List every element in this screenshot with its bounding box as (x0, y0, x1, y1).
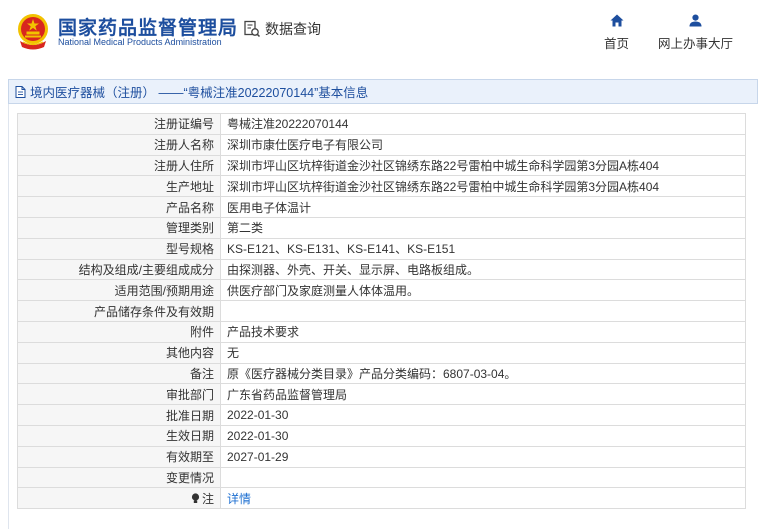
brand-title: 国家药品监督管理局 (58, 18, 239, 39)
user-icon (689, 14, 702, 27)
field-value: 深圳市坪山区坑梓街道金沙社区锦绣东路22号雷柏中城生命科学园第3分园A栋404 (220, 154, 746, 177)
detail-panel: 注册证编号 粤械注准20222070144 注册人名称 深圳市康仕医疗电子有限公司 注册… (8, 104, 758, 529)
field-value: 深圳市康仕医疗电子有限公司 (220, 133, 746, 156)
field-label: 变更情况 (17, 466, 221, 489)
field-label: 注册证编号 (17, 113, 221, 135)
field-value: KS-E121、KS-E131、KS-E141、KS-E151 (220, 237, 746, 260)
field-label: 管理类别 (17, 216, 221, 239)
field-value (220, 300, 746, 322)
document-icon (15, 85, 26, 98)
note-label: 注 (201, 491, 214, 506)
data-query-label: 数据查询 (265, 21, 321, 37)
table-row: 变更情况 (17, 466, 746, 489)
table-row: 注册证编号 粤械注准20222070144 (17, 113, 746, 135)
field-label: 结构及组成/主要组成成分 (17, 258, 221, 281)
breadcrumb: 境内医疗器械（注册） ——“粤械注准20222070144”基本信息 (8, 79, 758, 104)
lightbulb-icon (191, 493, 200, 503)
nav-online-hall-label: 网上办事大厅 (658, 37, 734, 51)
field-label: 产品名称 (17, 196, 221, 218)
field-label: 适用范围/预期用途 (17, 279, 221, 302)
field-label: 生产地址 (17, 175, 221, 198)
registration-info-table: 注册证编号 粤械注准20222070144 注册人名称 深圳市康仕医疗电子有限公司 注册… (17, 113, 746, 510)
note-label-cell: 注 (17, 487, 221, 510)
field-value: 深圳市坪山区坑梓街道金沙社区锦绣东路22号雷柏中城生命科学园第3分园A栋404 (220, 175, 746, 198)
field-value: 第二类 (220, 216, 746, 239)
field-value: 广东省药品监督管理局 (220, 383, 746, 406)
table-row: 产品名称 医用电子体温计 (17, 196, 746, 218)
field-label: 注册人名称 (17, 133, 221, 156)
field-label: 批准日期 (17, 404, 221, 426)
national-emblem-icon (18, 14, 48, 50)
table-row: 生产地址 深圳市坪山区坑梓街道金沙社区锦绣东路22号雷柏中城生命科学园第3分园A栋… (17, 175, 746, 198)
field-label: 有效期至 (17, 445, 221, 468)
field-label: 生效日期 (17, 424, 221, 447)
field-label: 型号规格 (17, 237, 221, 260)
table-row: 批准日期 2022-01-30 (17, 404, 746, 426)
field-label: 其他内容 (17, 341, 221, 364)
field-value: 无 (220, 341, 746, 364)
field-label: 审批部门 (17, 383, 221, 406)
brand-subtitle: National Medical Products Administration (58, 37, 222, 47)
table-row: 注册人住所 深圳市坪山区坑梓街道金沙社区锦绣东路22号雷柏中城生命科学园第3分园A… (17, 154, 746, 177)
breadcrumb-text: 境内医疗器械（注册） ——“粤械注准20222070144”基本信息 (30, 86, 369, 100)
field-value: 2027-01-29 (220, 445, 746, 468)
field-value: 原《医疗器械分类目录》产品分类编码：6807-03-04。 (220, 362, 746, 385)
nav-home-button[interactable]: 首页 (604, 14, 629, 52)
table-row: 其他内容无 (17, 341, 746, 364)
field-value: 2022-01-30 (220, 424, 746, 447)
table-row: 注册人名称 深圳市康仕医疗电子有限公司 (17, 133, 746, 156)
table-row: 备注 原《医疗器械分类目录》产品分类编码：6807-03-04。 (17, 362, 746, 385)
table-row: 有效期至 2027-01-29 (17, 445, 746, 468)
table-row: 型号规格 KS-E121、KS-E131、KS-E141、KS-E151 (17, 237, 746, 260)
site-header: 国家药品监督管理局 National Medical Products Admi… (0, 0, 758, 64)
field-value: 由探测器、外壳、开关、显示屏、电路板组成。 (220, 258, 746, 281)
field-label: 注册人住所 (17, 154, 221, 177)
table-row: 生效日期 2022-01-30 (17, 424, 746, 447)
nav-online-hall-button[interactable]: 网上办事大厅 (658, 14, 733, 52)
field-value: 粤械注准20222070144 (220, 113, 746, 135)
table-row: 产品储存条件及有效期 (17, 300, 746, 322)
note-value: 详情 (220, 487, 746, 510)
data-query-link[interactable]: 数据查询 (243, 19, 321, 39)
field-value: 产品技术要求 (220, 320, 746, 343)
document-search-icon (244, 20, 261, 38)
field-label: 备注 (17, 362, 221, 385)
field-value (220, 466, 746, 489)
note-row: 注详情 (17, 487, 746, 510)
field-value: 供医疗部门及家庭测量人体体温用。 (220, 279, 746, 302)
field-value: 医用电子体温计 (220, 196, 746, 218)
details-link[interactable]: 详情 (227, 492, 251, 506)
table-row: 管理类别 第二类 (17, 216, 746, 239)
table-row: 结构及组成/主要组成成分 由探测器、外壳、开关、显示屏、电路板组成。 (17, 258, 746, 281)
table-row: 审批部门 广东省药品监督管理局 (17, 383, 746, 406)
field-value: 2022-01-30 (220, 404, 746, 426)
table-row: 附件 产品技术要求 (17, 320, 746, 343)
nav-home-label: 首页 (604, 37, 630, 51)
table-row: 适用范围/预期用途 供医疗部门及家庭测量人体体温用。 (17, 279, 746, 302)
field-label: 附件 (17, 320, 221, 343)
home-icon (610, 14, 623, 27)
field-label: 产品储存条件及有效期 (17, 300, 221, 322)
